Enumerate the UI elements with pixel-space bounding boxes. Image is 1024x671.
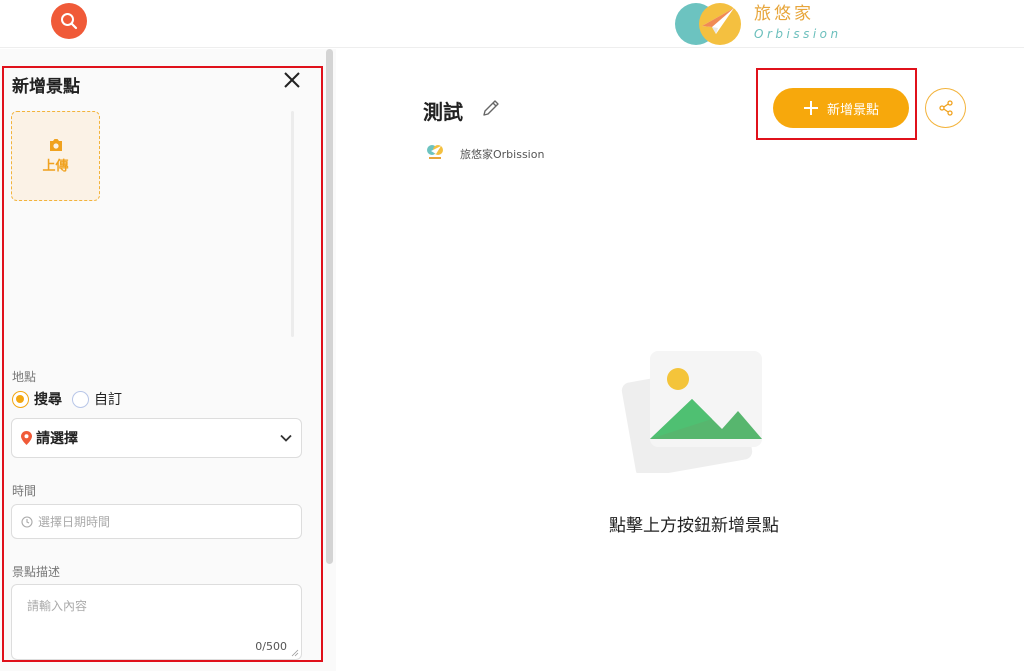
time-label: 時間: [12, 484, 37, 498]
character-counter: 0/500: [255, 640, 287, 653]
datetime-input[interactable]: 選擇日期時間: [11, 504, 302, 539]
add-spot-button-label: 新增景點: [826, 102, 879, 118]
radio-search[interactable]: [12, 390, 29, 408]
camera-icon: [49, 139, 62, 151]
author-name[interactable]: 旅悠家Orbission: [460, 146, 544, 162]
share-button[interactable]: [925, 88, 966, 128]
empty-state-message: 點擊上方按鈕新增景點: [609, 516, 779, 536]
logo-english: Orbission: [754, 27, 842, 41]
resize-handle-icon[interactable]: [291, 649, 299, 657]
plus-icon: [803, 101, 818, 115]
description-label: 景點描述: [12, 565, 61, 579]
location-select-value: 請選擇: [36, 431, 78, 447]
image-list-scrollbar[interactable]: [291, 111, 294, 337]
top-bar: 旅悠家 Orbission: [0, 0, 1024, 48]
map-pin-icon: [21, 431, 32, 445]
panel-title: 新增景點: [12, 77, 80, 97]
add-spot-button[interactable]: 新增景點: [773, 88, 909, 128]
upload-button[interactable]: 上傳: [11, 111, 100, 201]
datetime-placeholder: 選擇日期時間: [38, 515, 111, 529]
clock-icon: [21, 515, 33, 528]
upload-label: 上傳: [42, 159, 69, 174]
share-icon: [938, 100, 953, 116]
author-avatar[interactable]: [426, 143, 444, 161]
location-mode-radio-group: 搜尋 自訂: [12, 389, 132, 409]
page-title: 測試: [423, 100, 463, 124]
search-icon: [61, 13, 78, 30]
radio-custom-label[interactable]: 自訂: [94, 389, 122, 409]
chevron-down-icon: [280, 434, 292, 442]
close-icon[interactable]: [282, 70, 302, 90]
radio-search-label[interactable]: 搜尋: [34, 389, 62, 409]
radio-custom[interactable]: [72, 390, 89, 408]
description-textarea[interactable]: 請輸入內容 0/500: [11, 584, 302, 660]
location-label: 地點: [12, 370, 37, 384]
logo[interactable]: 旅悠家 Orbission: [672, 0, 842, 46]
pencil-icon[interactable]: [481, 98, 501, 118]
panel-scrollbar[interactable]: [326, 49, 333, 564]
location-select[interactable]: 請選擇: [11, 418, 302, 458]
empty-image-icon: [621, 351, 762, 473]
logo-chinese: 旅悠家: [754, 4, 814, 24]
search-button[interactable]: [51, 3, 87, 39]
logo-mark-icon: [675, 3, 741, 45]
description-placeholder: 請輸入內容: [27, 599, 88, 613]
